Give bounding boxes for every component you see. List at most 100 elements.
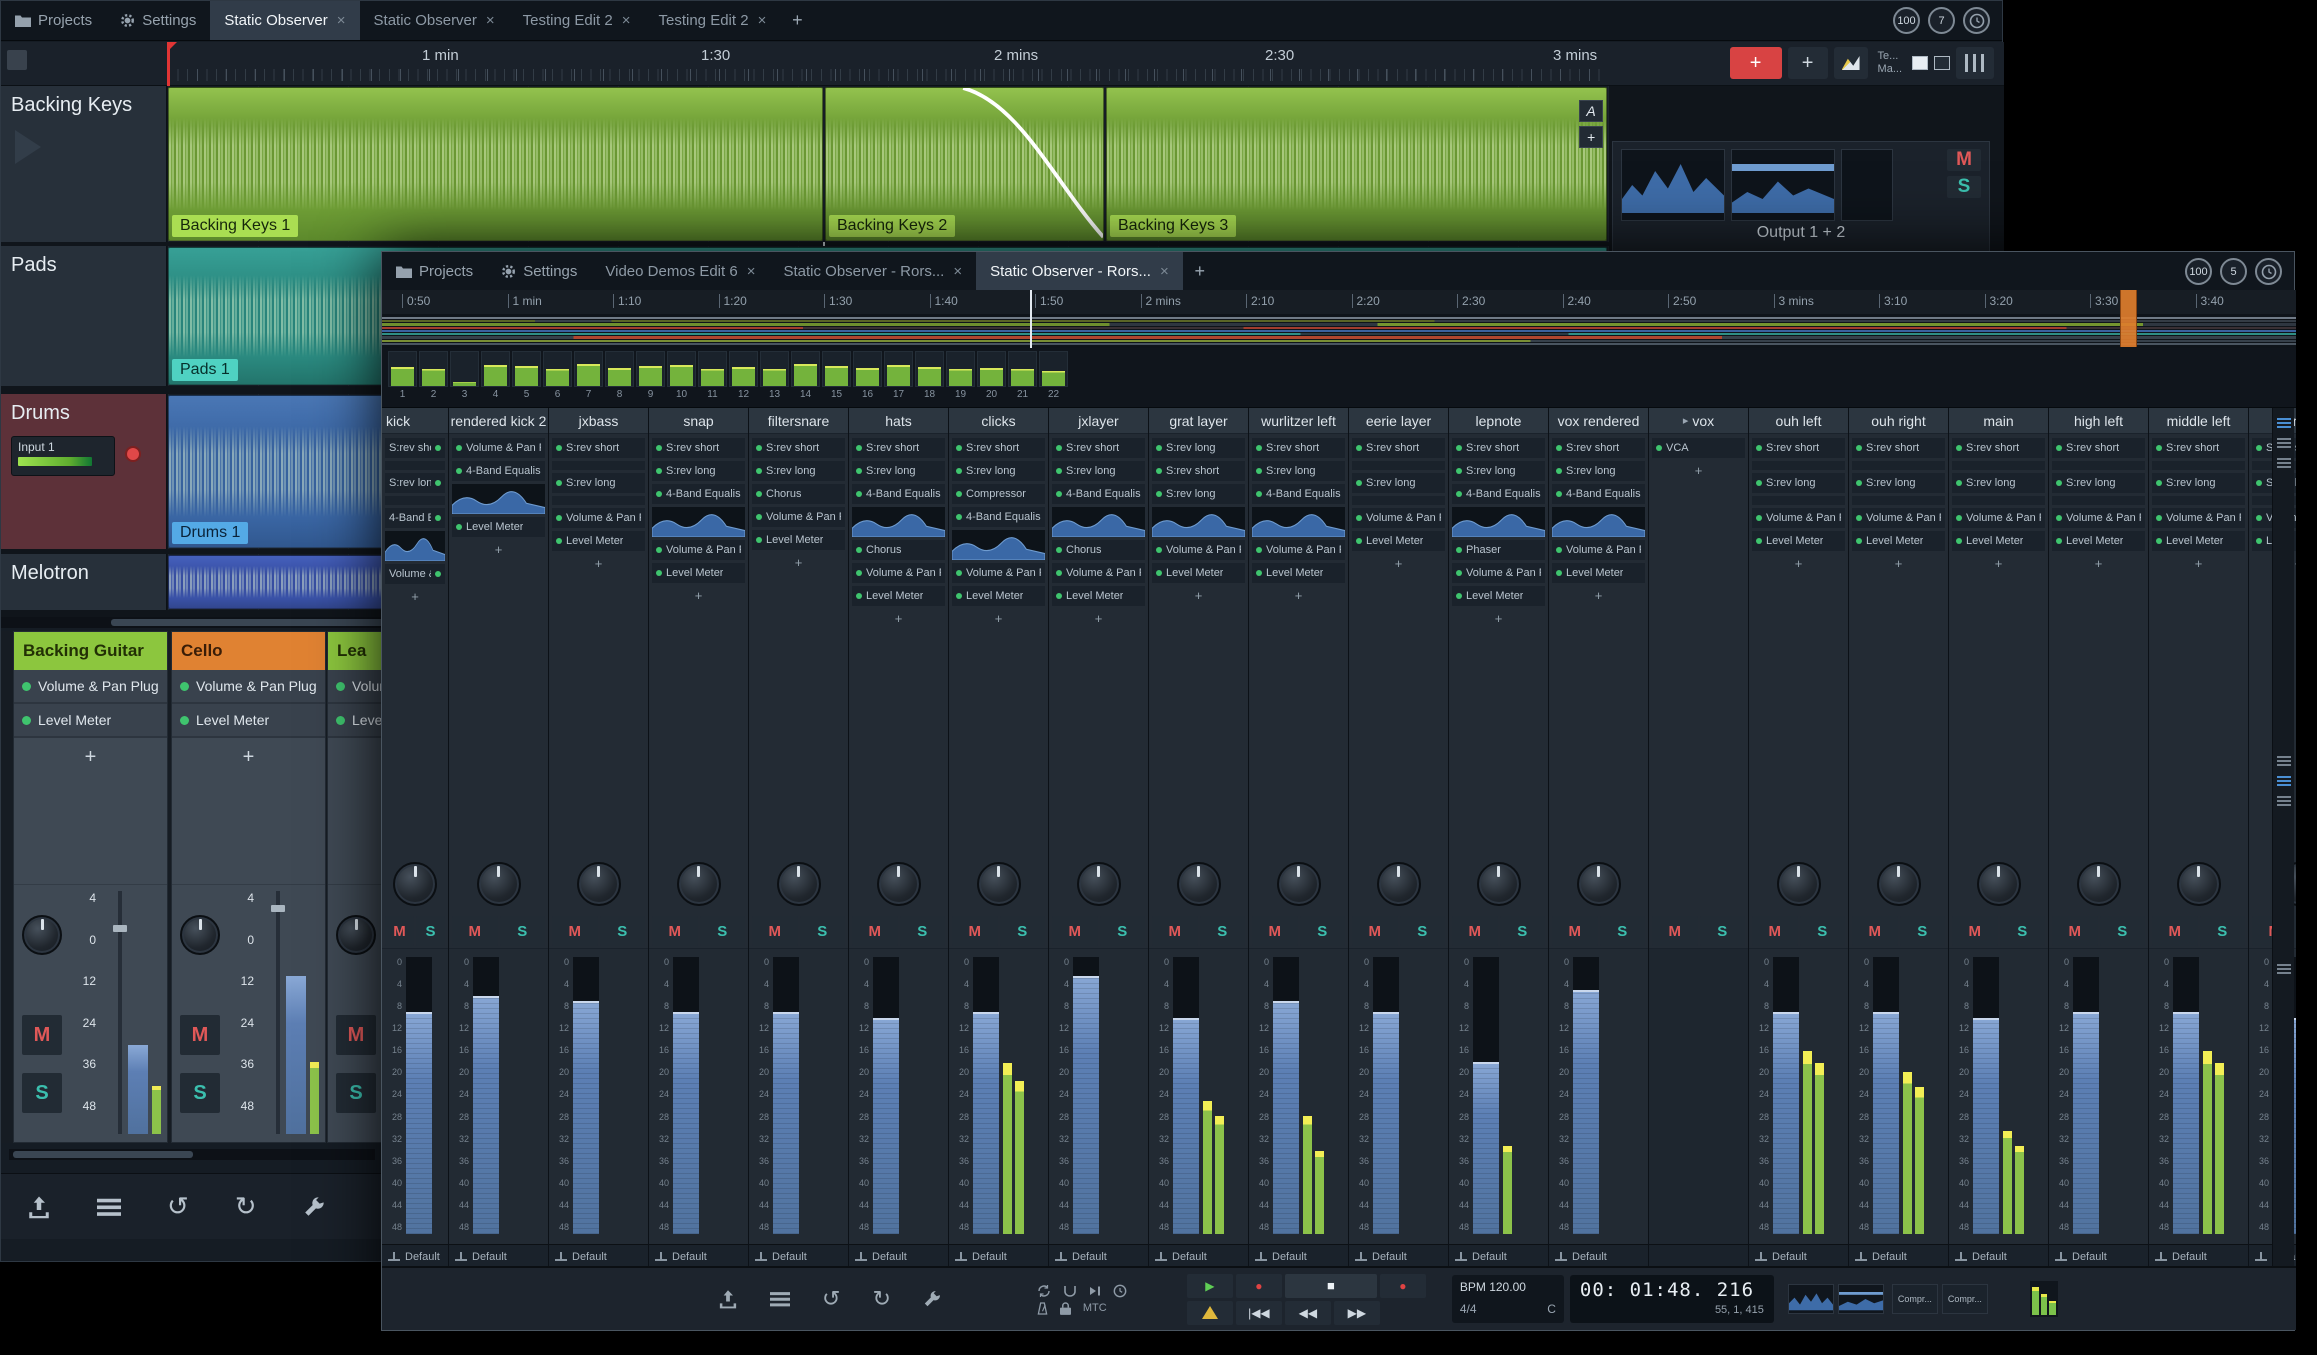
preset-selector[interactable]: Default	[1149, 1244, 1248, 1268]
plugin-slot[interactable]: Volume & Pan Plugin	[1252, 540, 1345, 560]
pan-knob[interactable]	[1277, 862, 1321, 906]
plugin-slot[interactable]: Volume & Pan Plugin	[2052, 508, 2145, 528]
plugin-slot-empty[interactable]	[1952, 461, 2045, 470]
preset-selector[interactable]: Default	[1849, 1244, 1948, 1268]
solo-button[interactable]: S	[1400, 916, 1446, 946]
input-meter[interactable]: 7	[574, 351, 603, 400]
play-button[interactable]: ▶	[1187, 1274, 1233, 1298]
solo-button[interactable]: S	[1800, 916, 1846, 946]
pan-knob[interactable]	[677, 862, 721, 906]
plugin-slot[interactable]: S:rev long	[952, 461, 1045, 481]
plugin-slot[interactable]: S:rev short	[385, 438, 445, 458]
track-list-icon[interactable]	[2277, 436, 2291, 448]
snap-settings-icon[interactable]	[2277, 794, 2291, 806]
ruler-corner-icon[interactable]	[7, 50, 27, 70]
add-plugin-button[interactable]: +	[1352, 554, 1445, 572]
preset-selector[interactable]: Default	[1949, 1244, 2048, 1268]
plugin-slot-empty[interactable]	[1752, 496, 1845, 505]
master-solo-button[interactable]: S	[1947, 176, 1981, 198]
tab-close-icon[interactable]: ×	[622, 12, 631, 29]
export-icon[interactable]	[27, 1195, 51, 1219]
plugin-slot[interactable]: Volume & Pan Plugin	[14, 670, 167, 704]
channel-name[interactable]: rendered kick 2	[449, 408, 548, 434]
tempo-display[interactable]: BPM 120.00 4/4 C	[1452, 1275, 1564, 1323]
plugin-slot-empty[interactable]	[1852, 461, 1945, 470]
mute-button[interactable]: M	[752, 916, 798, 946]
solo-button[interactable]: S	[1000, 916, 1046, 946]
solo-button[interactable]: S	[336, 1073, 376, 1113]
warning-button[interactable]	[1187, 1301, 1233, 1325]
plugin-slot[interactable]: S:rev short	[1352, 438, 1445, 458]
add-plugin-button[interactable]: +	[2052, 554, 2145, 572]
add-plugin-button[interactable]: +	[752, 553, 845, 571]
plugin-slot[interactable]: Volume & Pan Plugin	[1552, 540, 1645, 560]
mute-button[interactable]: M	[1652, 916, 1698, 946]
plugin-slot[interactable]: Level Meter	[1352, 531, 1445, 551]
mute-button[interactable]: M	[552, 916, 598, 946]
plugin-eq-display[interactable]	[1152, 507, 1245, 537]
solo-button[interactable]: S	[1600, 916, 1646, 946]
track-header[interactable]: Backing Keys	[1, 86, 167, 242]
pan-knob[interactable]	[1977, 862, 2021, 906]
input-meter[interactable]: 9	[636, 351, 665, 400]
input-meter[interactable]: 4	[481, 351, 510, 400]
plugin-slot[interactable]: Level Meter	[2052, 531, 2145, 551]
plugin-slot[interactable]: S:rev short	[1752, 438, 1845, 458]
expander-icon[interactable]: ▸	[1683, 414, 1689, 427]
plugin-slot[interactable]: Volume & Pan Plugin	[385, 564, 445, 584]
plugin-slot[interactable]: Chorus	[1052, 540, 1145, 560]
preset-selector[interactable]: Default	[449, 1244, 548, 1268]
compressor-button-2[interactable]: Compr...	[1942, 1284, 1988, 1314]
edit-tab[interactable]: Static Observer - Rors...×	[769, 252, 976, 291]
pan-knob[interactable]	[477, 862, 521, 906]
add-button[interactable]: +	[1788, 47, 1828, 79]
solo-button[interactable]: S	[900, 916, 946, 946]
undo-icon[interactable]: ↺	[167, 1191, 189, 1222]
add-plugin-button[interactable]: +	[1552, 586, 1645, 604]
channel-name[interactable]: lepnote	[1449, 408, 1548, 434]
plugin-slot[interactable]: S:rev long	[1752, 473, 1845, 493]
fader-handle[interactable]	[113, 925, 127, 932]
overview-ruler[interactable]: 0:501 min1:101:201:301:401:502 mins2:102…	[382, 290, 2296, 314]
mixer-toggle-button[interactable]	[1956, 47, 1994, 79]
plugin-slot[interactable]: S:rev short	[852, 438, 945, 458]
plugin-slot-empty[interactable]	[1352, 461, 1445, 470]
plugin-slot[interactable]: 4-Band Equaliser	[1452, 484, 1545, 504]
pan-knob[interactable]	[1577, 862, 1621, 906]
mute-button[interactable]: M	[2052, 916, 2098, 946]
loop-icon[interactable]	[1063, 1285, 1077, 1297]
tab-close-icon[interactable]: ×	[1160, 263, 1169, 280]
plugin-slot[interactable]: Level Meter	[1852, 531, 1945, 551]
plugin-slot[interactable]: VCA	[1652, 438, 1745, 458]
plugin-slot[interactable]: Level Meter	[1052, 586, 1145, 606]
channel-name[interactable]: high left	[2049, 408, 2148, 434]
redo-icon[interactable]: ↻	[235, 1191, 257, 1222]
pan-knob[interactable]	[393, 862, 437, 906]
channel-name[interactable]: clicks	[949, 408, 1048, 434]
plugin-slot[interactable]: S:rev short	[1152, 461, 1245, 481]
redo-icon[interactable]: ↻	[872, 1286, 890, 1312]
solo-button[interactable]: S	[180, 1073, 220, 1113]
playhead-flag[interactable]	[167, 42, 177, 52]
input-meter[interactable]: 8	[605, 351, 634, 400]
plugin-slot[interactable]: Volume & Pan Plugin	[1052, 563, 1145, 583]
plugin-slot[interactable]: S:rev long	[1352, 473, 1445, 493]
track-header[interactable]: Melotron	[1, 554, 167, 610]
plugin-slot[interactable]: Level Meter	[1252, 563, 1345, 583]
track-header[interactable]: Pads	[1, 246, 167, 386]
mute-button[interactable]: M	[1952, 916, 1998, 946]
go-to-start-button[interactable]: |◀◀	[1236, 1301, 1282, 1325]
stop-button[interactable]: ■	[1285, 1274, 1377, 1298]
plugin-eq-display[interactable]	[1452, 507, 1545, 537]
plugin-slot[interactable]: S:rev long	[752, 461, 845, 481]
key-signature[interactable]: C	[1547, 1302, 1556, 1316]
plugin-slot[interactable]: 4-Band Equaliser	[952, 507, 1045, 527]
menu-icon[interactable]	[97, 1195, 121, 1219]
plugin-slot[interactable]: S:rev long	[552, 473, 645, 493]
mtc-label[interactable]: MTC	[1083, 1302, 1107, 1314]
channel-name[interactable]: ouh left	[1749, 408, 1848, 434]
channel-name[interactable]: grat layer	[1149, 408, 1248, 434]
input-meter[interactable]: 20	[977, 351, 1006, 400]
channel-name[interactable]: middle left	[2149, 408, 2248, 434]
clock-icon[interactable]	[1113, 1284, 1127, 1298]
